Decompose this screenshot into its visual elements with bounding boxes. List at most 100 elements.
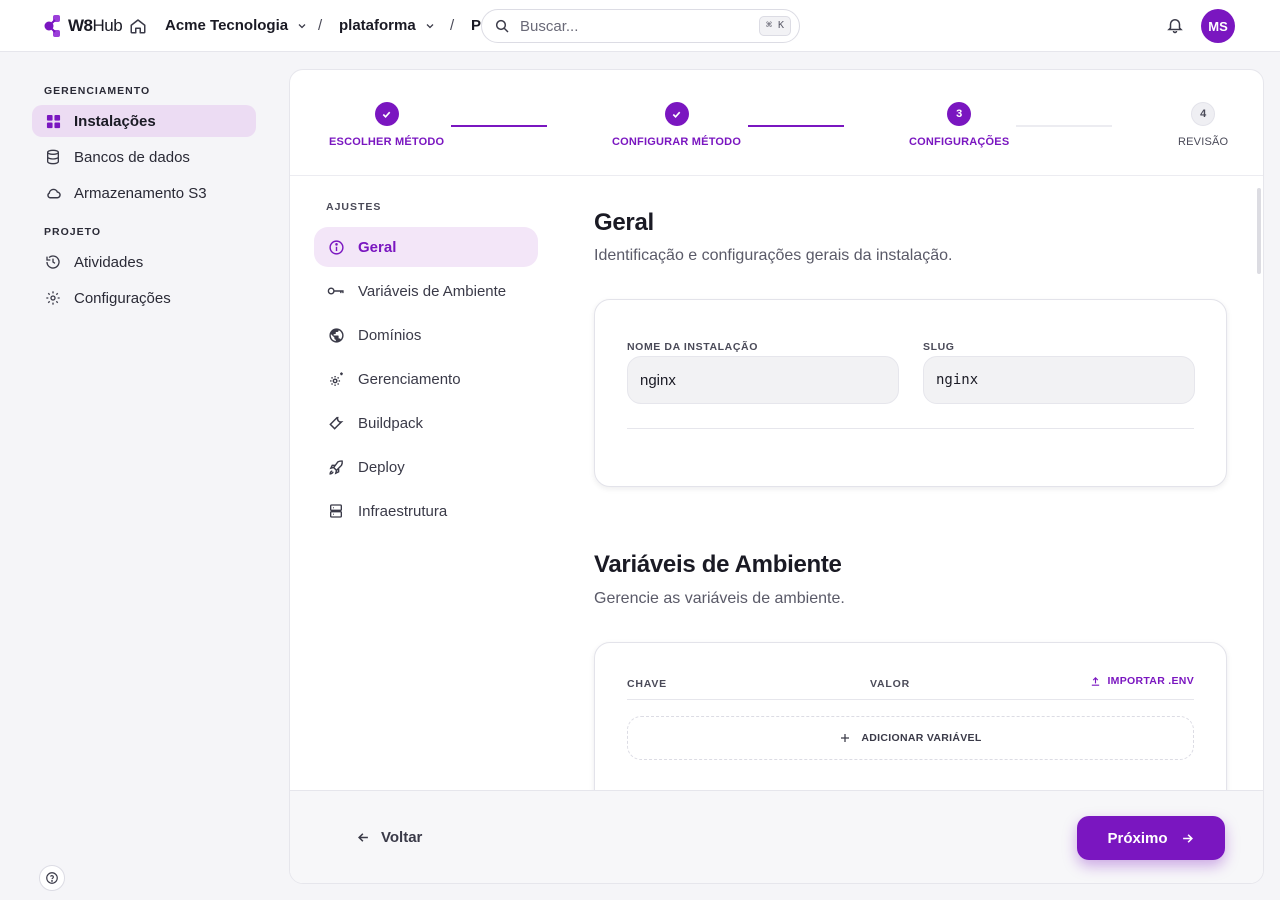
- step-label: ESCOLHER MÉTODO: [329, 136, 445, 148]
- back-button-label: Voltar: [381, 829, 423, 846]
- section-description-general: Identificação e configurações gerais da …: [594, 247, 953, 264]
- sidebar-item-label: Instalações: [74, 112, 156, 130]
- grid-icon: [44, 112, 62, 130]
- globe-icon: [327, 326, 345, 344]
- sidebar-item-label: Atividades: [74, 253, 144, 271]
- wrench-icon: [327, 414, 345, 432]
- column-header-key: CHAVE: [627, 678, 667, 690]
- section-title-general: Geral: [594, 209, 654, 236]
- server-icon: [327, 502, 345, 520]
- back-button[interactable]: Voltar: [356, 829, 422, 846]
- step-label: REVISÃO: [1178, 136, 1229, 148]
- settings-nav-label: Buildpack: [358, 414, 424, 432]
- add-variable-button[interactable]: ADICIONAR VARIÁVEL: [627, 716, 1194, 760]
- import-env-button[interactable]: IMPORTAR .ENV: [1090, 675, 1194, 687]
- step-settings[interactable]: 3 CONFIGURAÇÕES: [909, 102, 1009, 148]
- slug-input[interactable]: [923, 356, 1195, 404]
- general-card: NOME DA INSTALAÇÃO SLUG: [594, 299, 1227, 487]
- step-label: CONFIGURAÇÕES: [909, 136, 1010, 148]
- check-icon: [374, 102, 399, 126]
- settings-nav-buildpack[interactable]: Buildpack: [314, 403, 538, 443]
- sidebar-item-settings[interactable]: Configurações: [32, 282, 256, 314]
- search-icon: [495, 19, 509, 33]
- sidebar-item-activities[interactable]: Atividades: [32, 246, 256, 278]
- brand-name: W8Hub: [68, 16, 123, 35]
- breadcrumb-separator: /: [450, 17, 455, 34]
- step-number: 4: [1191, 102, 1216, 126]
- settings-nav-deploy[interactable]: Deploy: [314, 447, 538, 487]
- check-icon: [664, 102, 689, 126]
- settings-nav-label: Domínios: [358, 326, 422, 344]
- sidebar-item-installations[interactable]: Instalações: [32, 105, 256, 137]
- settings-nav-label: Deploy: [358, 458, 405, 476]
- breadcrumb-project[interactable]: plataforma: [339, 17, 436, 34]
- step-number: 3: [947, 102, 972, 126]
- step-connector: [451, 125, 547, 127]
- wizard-footer: Voltar Próximo: [290, 790, 1263, 883]
- step-label: CONFIGURAR MÉTODO: [612, 136, 742, 148]
- settings-nav-general[interactable]: Geral: [314, 227, 538, 267]
- key-icon: [327, 282, 345, 300]
- cog-sparkle-icon: [327, 370, 345, 388]
- section-title-env-vars: Variáveis de Ambiente: [594, 551, 842, 578]
- chevron-down-icon: [296, 20, 308, 32]
- breadcrumb-current[interactable]: P: [471, 17, 481, 34]
- info-icon: [327, 238, 345, 256]
- user-avatar[interactable]: MS: [1201, 9, 1235, 43]
- rocket-icon: [327, 458, 345, 476]
- sidebar: GERENCIAMENTO Instalações Bancos de dado…: [0, 52, 276, 900]
- settings-nav-heading: AJUSTES: [326, 201, 382, 213]
- settings-nav-domains[interactable]: Domínios: [314, 315, 538, 355]
- sidebar-item-label: Bancos de dados: [74, 148, 190, 166]
- breadcrumb-separator: /: [318, 17, 323, 34]
- database-icon: [44, 148, 62, 166]
- sidebar-item-storage[interactable]: Armazenamento S3: [32, 177, 256, 209]
- history-icon: [44, 253, 62, 271]
- help-circle-icon[interactable]: [39, 865, 65, 891]
- wizard-content: AJUSTES Geral Variáveis de Ambiente Domí…: [290, 176, 1263, 790]
- arrow-left-icon: [358, 833, 368, 842]
- plus-icon: [841, 734, 850, 742]
- step-connector: [1016, 125, 1112, 127]
- settings-nav-label: Geral: [358, 238, 397, 256]
- settings-nav-env-vars[interactable]: Variáveis de Ambiente: [314, 271, 538, 311]
- arrow-right-icon: [1182, 833, 1193, 843]
- cloud-icon: [44, 184, 62, 202]
- sidebar-heading-management: GERENCIAMENTO: [44, 85, 151, 97]
- bell-icon[interactable]: [1166, 15, 1186, 37]
- breadcrumb-project-label: plataforma: [339, 17, 416, 34]
- sidebar-item-label: Configurações: [74, 289, 171, 307]
- sidebar-item-databases[interactable]: Bancos de dados: [32, 141, 256, 173]
- gear-icon: [44, 289, 62, 307]
- step-review[interactable]: 4 REVISÃO: [1178, 102, 1228, 148]
- content-scrollbar[interactable]: [1257, 188, 1261, 274]
- settings-nav-label: Infraestrutura: [358, 502, 448, 520]
- table-header-divider: [627, 699, 1194, 700]
- next-button-label: Próximo: [1107, 829, 1168, 847]
- settings-nav-management[interactable]: Gerenciamento: [314, 359, 538, 399]
- brand-logo[interactable]: W8Hub: [44, 13, 123, 39]
- breadcrumb-org[interactable]: Acme Tecnologia: [165, 17, 308, 34]
- field-label-slug: SLUG: [923, 341, 955, 353]
- installation-name-input[interactable]: [627, 356, 899, 404]
- sidebar-item-label: Armazenamento S3: [74, 184, 207, 202]
- card-divider: [627, 428, 1194, 429]
- home-icon[interactable]: [128, 16, 148, 36]
- settings-nav-infrastructure[interactable]: Infraestrutura: [314, 491, 538, 531]
- step-connector: [748, 125, 844, 127]
- field-label-installation-name: NOME DA INSTALAÇÃO: [627, 341, 758, 353]
- env-vars-card: CHAVE VALOR IMPORTAR .ENV ADICIONAR VARI…: [594, 642, 1227, 790]
- search-input[interactable]: [520, 17, 740, 35]
- wizard-panel: ESCOLHER MÉTODO CONFIGURAR MÉTODO 3 CONF…: [289, 69, 1264, 884]
- import-env-label: IMPORTAR .ENV: [1107, 675, 1194, 687]
- search-bar[interactable]: ⌘ K: [481, 9, 800, 43]
- add-variable-label: ADICIONAR VARIÁVEL: [861, 732, 982, 744]
- search-shortcut-badge: ⌘ K: [758, 16, 791, 36]
- next-button[interactable]: Próximo: [1077, 816, 1225, 860]
- sidebar-heading-project: PROJETO: [44, 226, 101, 238]
- step-choose-method[interactable]: ESCOLHER MÉTODO: [329, 102, 444, 148]
- chevron-down-icon: [424, 20, 436, 32]
- logo-mark-icon: [44, 15, 60, 37]
- wizard-stepper: ESCOLHER MÉTODO CONFIGURAR MÉTODO 3 CONF…: [290, 70, 1263, 176]
- step-configure-method[interactable]: CONFIGURAR MÉTODO: [612, 102, 741, 148]
